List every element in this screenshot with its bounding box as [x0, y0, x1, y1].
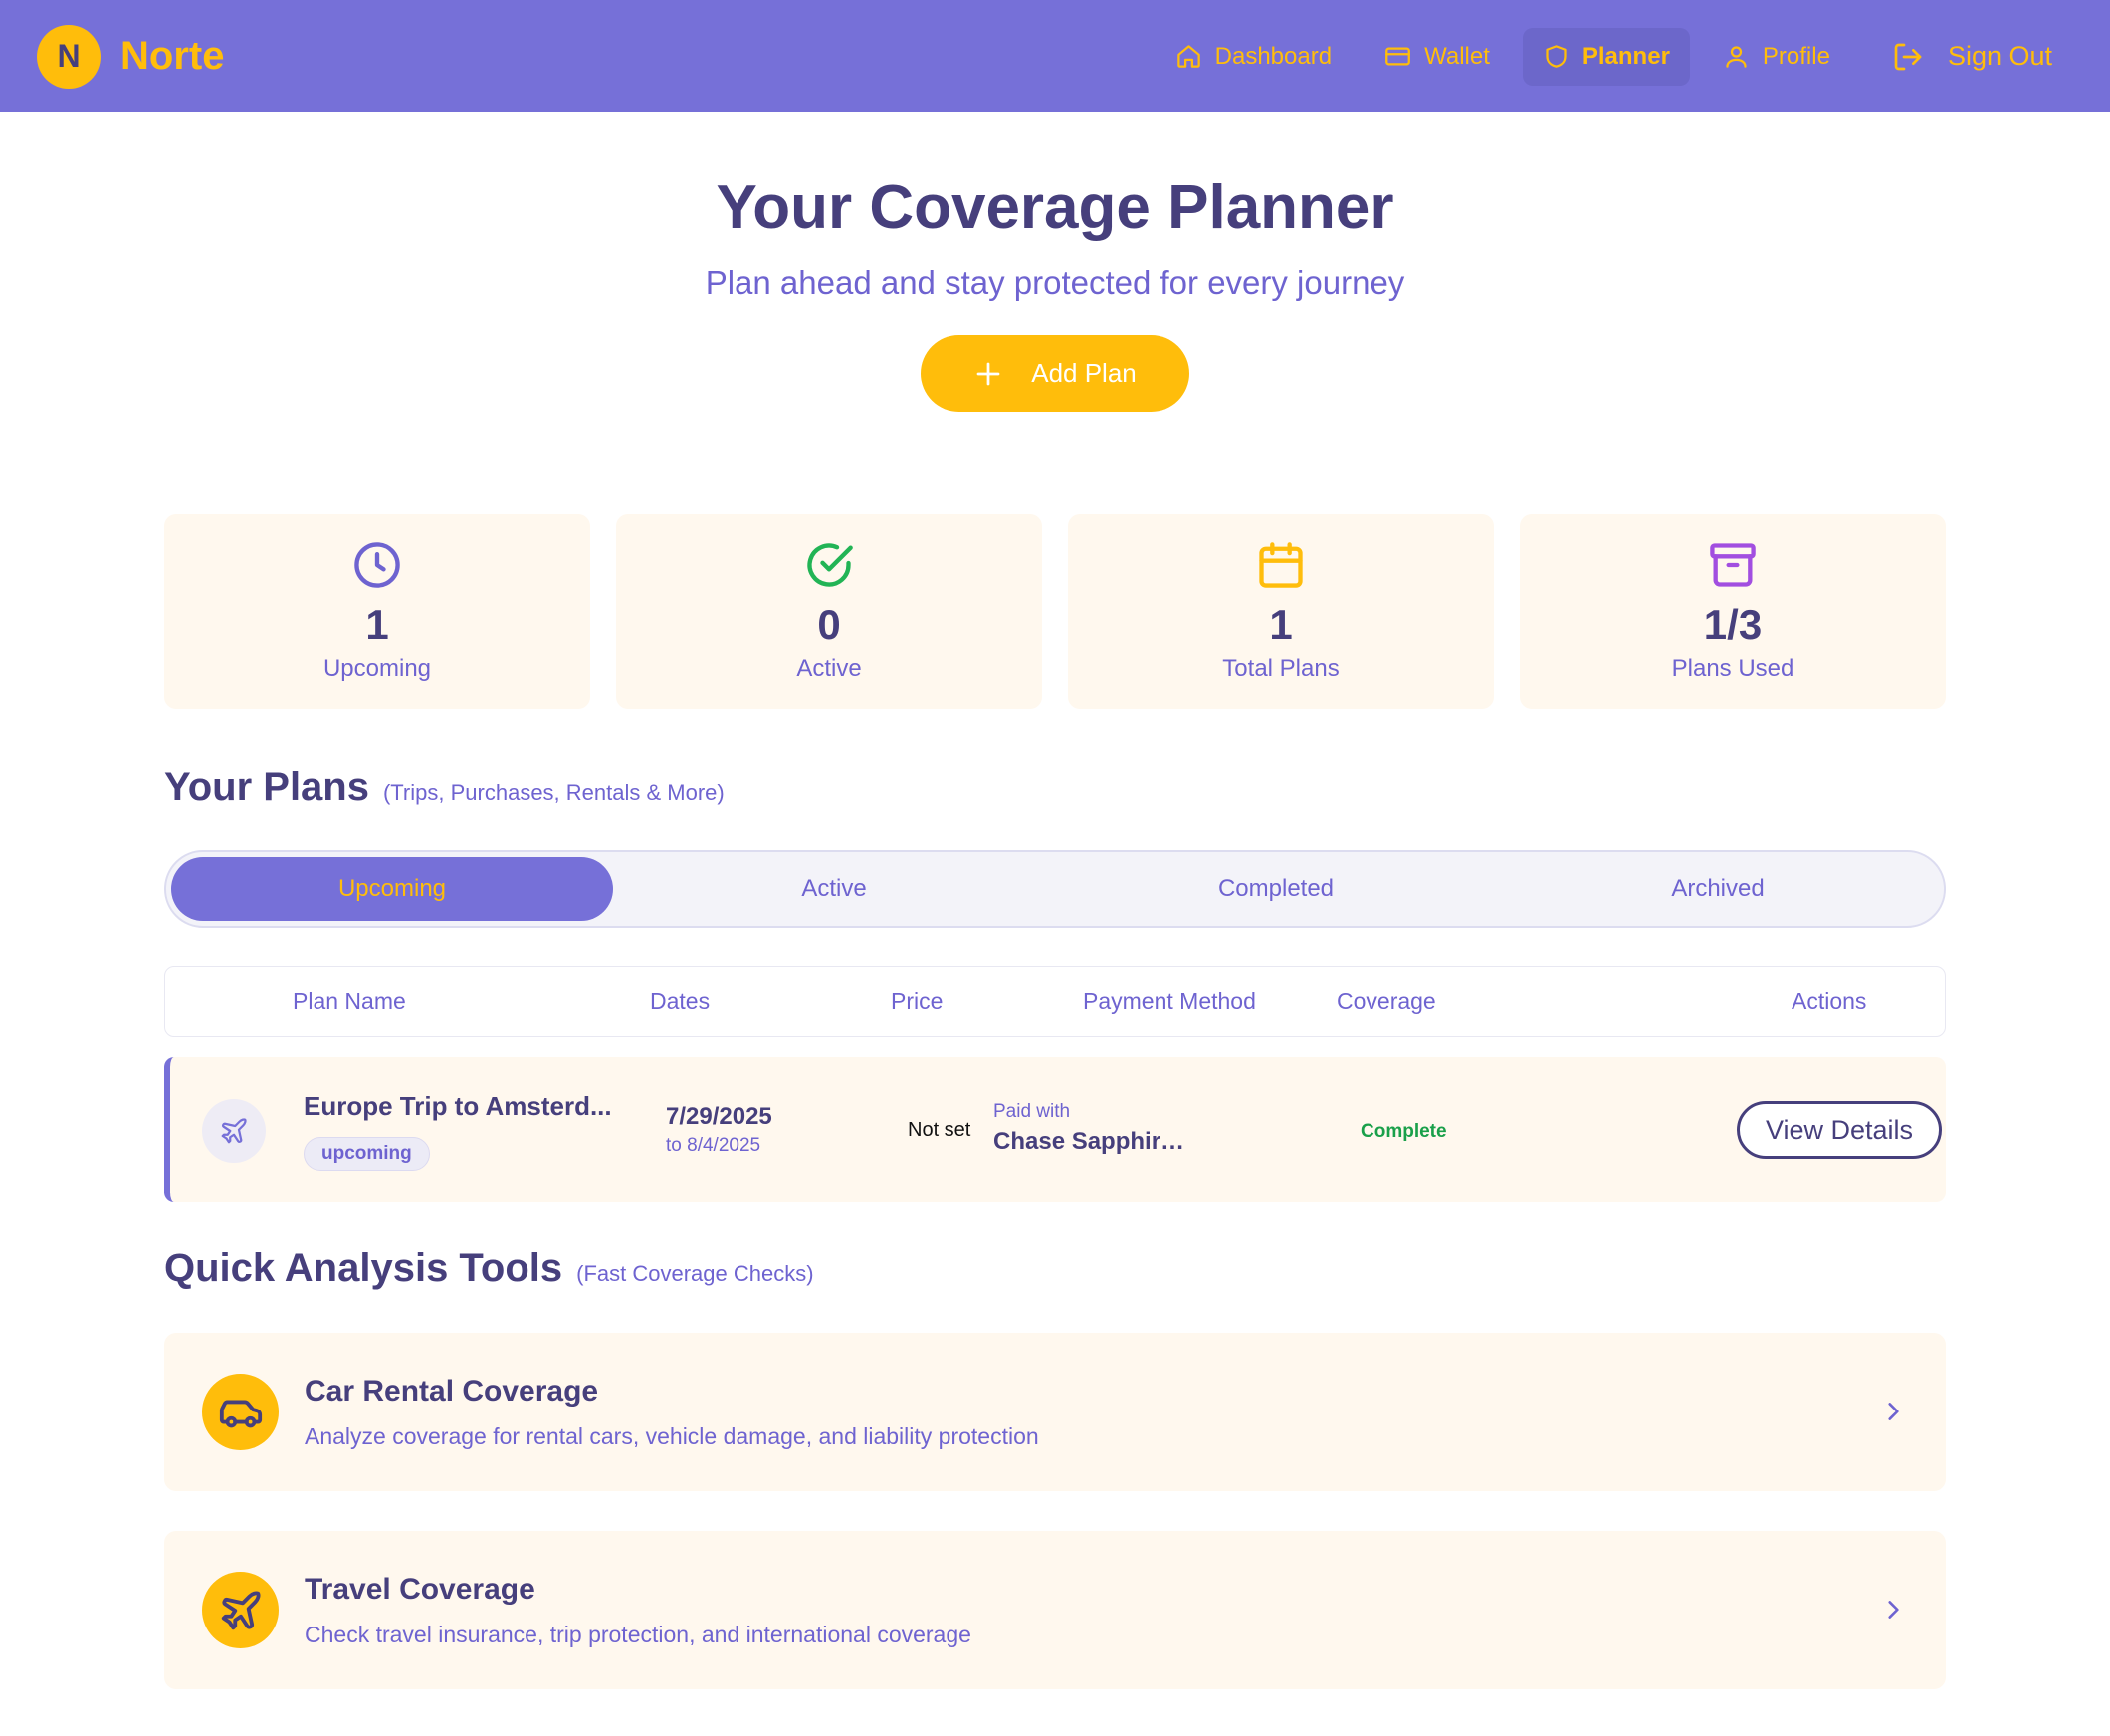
tab-active[interactable]: Active — [613, 857, 1055, 921]
stat-active: 0 Active — [616, 514, 1042, 710]
col-actions: Actions — [1792, 988, 1867, 1015]
sign-out-button[interactable]: Sign Out — [1872, 28, 2072, 86]
plus-icon — [976, 362, 1000, 386]
shield-icon — [1546, 45, 1567, 68]
clock-icon — [354, 542, 400, 588]
plans-hint: (Trips, Purchases, Rentals & More) — [382, 780, 725, 806]
plan-name: Europe Trip to Amsterd... — [304, 1091, 612, 1122]
payment-card: Chase Sapphire ... — [993, 1128, 1192, 1156]
col-payment-method: Payment Method — [1083, 988, 1256, 1015]
nav-profile[interactable]: Profile — [1703, 28, 1850, 86]
stats-grid: 1 Upcoming 0 Active 1 Total Plans 1/3 Pl… — [164, 514, 1946, 710]
stat-plans-used: 1/3 Plans Used — [1520, 514, 1946, 710]
nav-planner-label: Planner — [1582, 42, 1670, 70]
payment-label: Paid with — [993, 1101, 1071, 1123]
nav-dashboard[interactable]: Dashboard — [1156, 28, 1352, 86]
col-price: Price — [891, 988, 944, 1015]
stat-label: Upcoming — [322, 655, 432, 683]
brand-name: Norte — [120, 34, 225, 78]
main-nav: Dashboard Wallet Planner Profile Sign Ou… — [1143, 27, 2072, 86]
stat-value: 1 — [365, 601, 389, 649]
plan-start-date: 7/29/2025 — [666, 1103, 772, 1131]
plane-icon — [221, 1591, 261, 1629]
plan-end-date: to 8/4/2025 — [666, 1135, 761, 1157]
plan-type-badge — [202, 1099, 266, 1164]
sign-out-label: Sign Out — [1947, 41, 2052, 71]
add-plan-label: Add Plan — [1031, 358, 1137, 389]
tools-heading: Quick Analysis Tools (Fast Coverage Chec… — [164, 1246, 1946, 1291]
page-subtitle: Plan ahead and stay protected for every … — [705, 264, 1405, 302]
check-circle-icon — [807, 543, 853, 587]
archive-icon — [1710, 543, 1756, 587]
table-row[interactable]: Europe Trip to Amsterd... upcoming 7/29/… — [164, 1057, 1946, 1203]
col-dates: Dates — [650, 988, 711, 1015]
logo-badge: N — [37, 24, 101, 89]
tool-name: Travel Coverage — [305, 1573, 535, 1607]
home-icon — [1176, 45, 1200, 68]
tool-car-rental-coverage[interactable]: Car Rental Coverage Analyze coverage for… — [164, 1333, 1946, 1492]
page-title: Your Coverage Planner — [716, 173, 1394, 242]
col-plan-name: Plan Name — [293, 988, 406, 1015]
main-content: 1 Upcoming 0 Active 1 Total Plans 1/3 Pl… — [164, 514, 1946, 1690]
tools-hint: (Fast Coverage Checks) — [576, 1261, 814, 1287]
tool-name: Car Rental Coverage — [305, 1375, 599, 1409]
nav-wallet[interactable]: Wallet — [1365, 28, 1510, 86]
plane-icon — [221, 1118, 247, 1144]
nav-planner[interactable]: Planner — [1522, 27, 1690, 86]
card-icon — [1385, 47, 1410, 66]
tab-completed[interactable]: Completed — [1055, 857, 1497, 921]
brand-logo[interactable]: N Norte — [37, 24, 225, 89]
tools-title: Quick Analysis Tools — [164, 1246, 563, 1291]
tool-travel-coverage[interactable]: Travel Coverage Check travel insurance, … — [164, 1531, 1946, 1690]
plans-heading: Your Plans (Trips, Purchases, Rentals & … — [164, 765, 1946, 810]
user-icon — [1726, 46, 1747, 68]
col-coverage: Coverage — [1337, 988, 1436, 1015]
nav-wallet-label: Wallet — [1424, 42, 1490, 70]
car-icon — [219, 1400, 262, 1428]
nav-profile-label: Profile — [1762, 42, 1830, 70]
tab-archived[interactable]: Archived — [1497, 857, 1939, 921]
view-details-button[interactable]: View Details — [1737, 1101, 1942, 1160]
calendar-icon — [1259, 542, 1303, 588]
chevron-right-icon — [1888, 1403, 1899, 1421]
plan-status-tabs: Upcoming Active Completed Archived — [164, 850, 1946, 929]
logout-icon — [1894, 43, 1922, 70]
stat-value: 1/3 — [1703, 601, 1763, 649]
stat-value: 1 — [1269, 601, 1293, 649]
tool-icon-badge — [202, 1374, 279, 1451]
plans-title: Your Plans — [164, 765, 369, 810]
status-badge: upcoming — [304, 1137, 430, 1172]
coverage-status: Complete — [1361, 1121, 1447, 1143]
stat-value: 0 — [817, 601, 841, 649]
stat-label: Total Plans — [1222, 655, 1340, 683]
nav-dashboard-label: Dashboard — [1214, 42, 1333, 70]
plans-table-header: Plan Name Dates Price Payment Method Cov… — [164, 966, 1946, 1038]
tab-upcoming[interactable]: Upcoming — [171, 857, 613, 922]
tool-description: Check travel insurance, trip protection,… — [305, 1622, 971, 1648]
tool-icon-badge — [202, 1572, 279, 1649]
top-nav-bar: N Norte Dashboard Wallet Planner Profile… — [0, 0, 2110, 112]
hero-section: Your Coverage Planner Plan ahead and sta… — [0, 173, 2110, 413]
stat-label: Plans Used — [1671, 655, 1794, 683]
plan-price: Not set — [908, 1119, 971, 1142]
stat-total-plans: 1 Total Plans — [1068, 514, 1494, 710]
chevron-right-icon — [1888, 1601, 1899, 1620]
tool-description: Analyze coverage for rental cars, vehicl… — [305, 1423, 1039, 1450]
stat-label: Active — [796, 655, 862, 683]
add-plan-button[interactable]: Add Plan — [921, 335, 1189, 413]
stat-upcoming: 1 Upcoming — [164, 514, 590, 710]
